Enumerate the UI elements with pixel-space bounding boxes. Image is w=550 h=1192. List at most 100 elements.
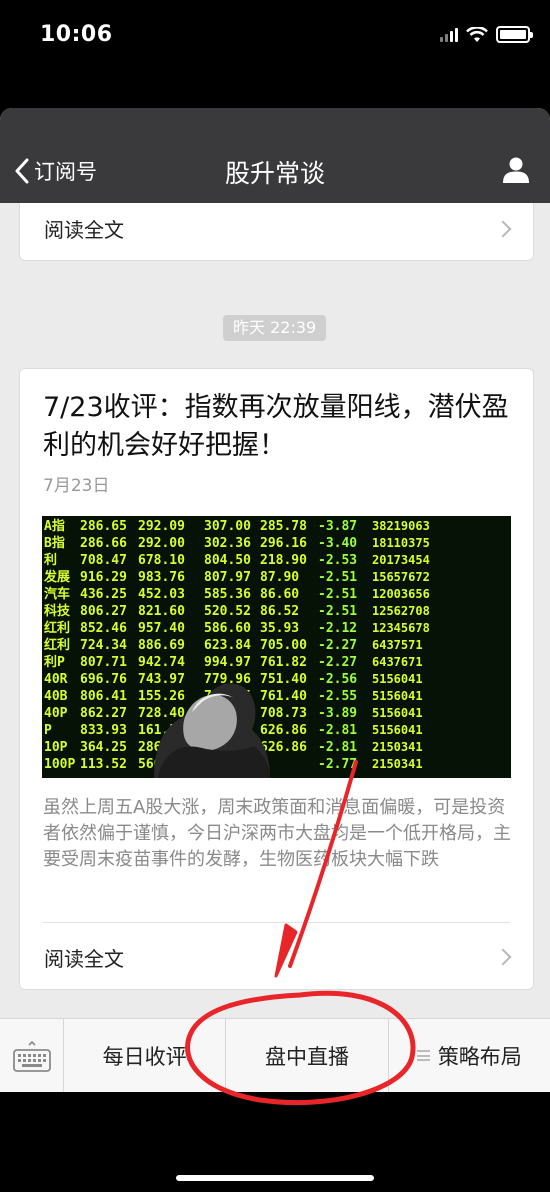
board-value: 724.34 [80, 638, 127, 653]
board-value: 红利 [44, 620, 70, 636]
menu-item-strategy[interactable]: 策略布局 [389, 1019, 550, 1092]
board-value: 626.86 [260, 740, 307, 755]
board-value: 916.29 [80, 570, 127, 585]
board-value: 585.36 [204, 587, 251, 602]
board-value: 100P [44, 757, 75, 772]
time-badge: 昨天 22:39 [223, 315, 327, 341]
menu-item-label: 策略布局 [437, 1044, 522, 1069]
board-value: 678.10 [138, 553, 185, 568]
board-value: -2.81 [318, 740, 357, 755]
board-value: 833.93 [80, 723, 127, 738]
board-value: -3.87 [318, 519, 357, 534]
board-value: 285.78 [260, 519, 307, 534]
board-value: -2.27 [318, 638, 357, 653]
board-value: 2150341 [372, 757, 423, 771]
board-value: 852.46 [80, 621, 127, 636]
board-value: 452.03 [138, 587, 185, 602]
board-value: 86.52 [260, 604, 299, 619]
board-value: 307.00 [204, 519, 251, 534]
board-value: 5156041 [372, 723, 423, 737]
board-value: 804.50 [204, 553, 251, 568]
board-value: 40B [44, 689, 68, 704]
bottom-menu-bar: 每日收评 盘中直播 策略布局 [0, 1018, 550, 1092]
status-bar: 10:06 [0, 0, 550, 70]
board-value: 983.76 [138, 570, 185, 585]
board-value: -2.51 [318, 587, 357, 602]
cellular-signal-icon [440, 27, 458, 42]
board-value: 743.97 [138, 672, 185, 687]
board-value: 6437671 [372, 655, 423, 669]
stock-board-photo: A指 286.65 292.09 307.00 285.78 -3.87 38219063 B… [42, 516, 511, 778]
profile-icon[interactable] [502, 156, 530, 184]
article-summary: 虽然上周五A股大涨，周末政策面和消息面偏暖，可是投资者依然偏于谨慎，今日沪深两市… [43, 797, 511, 870]
board-value: 708.73 [260, 706, 307, 721]
article-title[interactable]: 7/23收评：指数再次放量阳线，潜伏盈利的机会好好把握！ [43, 389, 513, 465]
board-value: 113.52 [80, 757, 127, 772]
board-value: 623.84 [204, 638, 251, 653]
article-cover-image[interactable]: A指 286.65 292.09 307.00 285.78 -3.87 38219063 B… [42, 516, 511, 778]
status-icons [440, 26, 533, 43]
board-value: 发展 [43, 569, 71, 585]
board-value: 728.40 [138, 706, 185, 721]
message-feed[interactable]: 阅读全文 昨天 22:39 7/23收评：指数再次放量阳线，潜伏盈利的机会好好把… [0, 203, 550, 1018]
article-card-previous[interactable]: 阅读全文 [19, 203, 534, 261]
board-value: 806.27 [80, 604, 127, 619]
board-value: 5156041 [372, 689, 423, 703]
article-card[interactable]: 7/23收评：指数再次放量阳线，潜伏盈利的机会好好把握！ 7月23日 A指 286… [19, 368, 534, 990]
board-value: 696.76 [80, 672, 127, 687]
board-value: 302.36 [204, 536, 251, 551]
board-value: 292.00 [138, 536, 185, 551]
board-value: 18110375 [372, 536, 430, 550]
board-value: -2.12 [318, 621, 357, 636]
wechat-subscription-chat: 订阅号 股升常谈 阅读全文 昨天 22:39 7/23收评：指数再次放量阳线，潜… [0, 108, 550, 1092]
board-value: 12345678 [372, 621, 430, 635]
board-value: 807.71 [80, 655, 127, 670]
board-value: 86.60 [260, 587, 299, 602]
board-value: 5156041 [372, 706, 423, 720]
battery-icon [496, 26, 533, 43]
board-value: 87.90 [260, 570, 299, 585]
article-date: 7月23日 [43, 476, 110, 496]
board-value: P [44, 723, 52, 738]
page-title: 股升常谈 [224, 159, 325, 188]
menu-item-live[interactable]: 盘中直播 [226, 1019, 389, 1092]
board-value: A指 [44, 518, 65, 534]
board-value: -2.81 [318, 723, 357, 738]
board-value: -2.27 [318, 655, 357, 670]
read-full-article-link[interactable]: 阅读全文 [20, 214, 533, 243]
board-value: -2.56 [318, 672, 357, 687]
board-value: 436.25 [80, 587, 127, 602]
board-value: 2150341 [372, 740, 423, 754]
board-value: 40P [44, 706, 68, 721]
board-value: 12562708 [372, 604, 430, 618]
status-time: 10:06 [40, 22, 113, 47]
board-value: 科技 [44, 603, 71, 619]
read-full-label: 阅读全文 [44, 218, 124, 242]
board-value: 35.93 [260, 621, 299, 636]
board-value: 296.16 [260, 536, 307, 551]
read-full-label: 阅读全文 [44, 946, 124, 971]
navbar: 订阅号 股升常谈 [0, 108, 550, 203]
menu-item-daily-review[interactable]: 每日收评 [64, 1019, 227, 1092]
board-value: 942.74 [138, 655, 185, 670]
board-value: 705.00 [260, 638, 307, 653]
board-value: 20173454 [372, 553, 430, 567]
board-value: 708.47 [80, 553, 127, 568]
board-value: 10P [44, 740, 68, 755]
board-value: 862.27 [80, 706, 127, 721]
board-value: 汽车 [44, 586, 70, 602]
board-value: -2.53 [318, 553, 357, 568]
keyboard-toggle-button[interactable] [0, 1019, 64, 1092]
read-full-article-link[interactable]: 阅读全文 [20, 933, 533, 981]
chevron-right-icon [494, 220, 512, 237]
board-value: 218.90 [260, 553, 307, 568]
board-value: 761.82 [260, 655, 307, 670]
board-value: 292.09 [138, 519, 185, 534]
board-value: 15657672 [372, 570, 430, 584]
board-value: -2.55 [318, 689, 357, 704]
chevron-right-icon [494, 948, 512, 966]
menu-item-label: 每日收评 [102, 1044, 187, 1069]
board-value: 886.69 [138, 638, 185, 653]
board-value: 12003656 [372, 587, 430, 601]
board-value: 6437571 [372, 638, 423, 652]
